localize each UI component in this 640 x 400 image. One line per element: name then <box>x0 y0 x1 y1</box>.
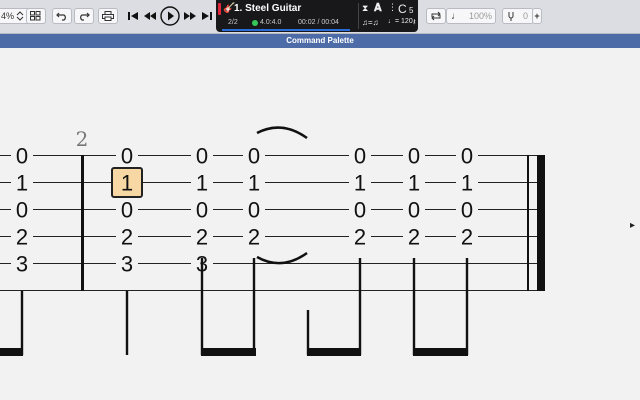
zoom-value: 4% <box>1 11 15 21</box>
main-toolbar: 4% 🎸 1. Steel Guitar 2/2 4.0:4.0 00:02 /… <box>0 0 640 34</box>
tab-staff[interactable]: 2 0102301023010230102010201020102 <box>0 48 640 400</box>
status-dot <box>252 20 258 26</box>
key-letter: C <box>398 2 407 16</box>
redo-button[interactable] <box>74 8 94 24</box>
key-number: 5 <box>409 6 414 15</box>
skip-start-icon <box>128 12 138 20</box>
tempo-percent: 100% <box>469 11 493 21</box>
metronome-icon[interactable]: 𝐀 <box>374 2 382 15</box>
fret-number[interactable]: 1 <box>408 171 420 196</box>
beam <box>307 348 361 356</box>
playback-progress <box>222 29 350 31</box>
fret-number[interactable]: 0 <box>354 144 366 169</box>
more-icon[interactable]: ⋮ <box>388 2 397 13</box>
plus-label: + <box>534 11 540 21</box>
grid-icon <box>30 11 41 21</box>
fret-number[interactable]: 0 <box>121 144 133 169</box>
slur-bottom <box>256 251 308 265</box>
pitch-select[interactable]: 0 <box>502 8 534 24</box>
bar-number: 2 <box>76 127 89 151</box>
slur-top <box>256 126 308 140</box>
fret-number[interactable]: 0 <box>408 198 420 223</box>
last-bar-button[interactable] <box>200 6 214 26</box>
hourglass-icon[interactable]: ⧗ <box>362 3 368 14</box>
panel-title: Command Palette <box>286 36 354 45</box>
fret-number[interactable]: 1 <box>461 171 473 196</box>
note-icon: ♩ <box>451 10 461 22</box>
fret-number[interactable]: 2 <box>121 225 133 250</box>
final-barline-thick <box>537 155 545 291</box>
fast-forward-button[interactable] <box>182 6 198 26</box>
track-lcd: 🎸 1. Steel Guitar 2/2 4.0:4.0 00:02 / 00… <box>216 0 418 32</box>
print-button[interactable] <box>98 8 118 24</box>
beam <box>201 348 256 356</box>
time-signature: 2/2 <box>228 19 238 26</box>
beam <box>0 348 23 356</box>
fret-number[interactable]: 1 <box>196 171 208 196</box>
score-area: 2 0102301023010230102010201020102 ▸ <box>0 48 640 400</box>
fret-number[interactable]: 2 <box>196 225 208 250</box>
fret-number[interactable]: 2 <box>354 225 366 250</box>
final-barline-thin <box>527 155 529 291</box>
fret-number[interactable]: 0 <box>461 144 473 169</box>
fret-number[interactable]: 1 <box>248 171 260 196</box>
time-elapsed: 00:02 / 00:04 <box>298 19 339 26</box>
note-stems <box>20 258 469 355</box>
beam <box>413 348 468 356</box>
fret-number[interactable]: 0 <box>248 198 260 223</box>
fret-number[interactable]: 0 <box>196 198 208 223</box>
first-bar-button[interactable] <box>126 6 140 26</box>
tuning-fork-icon <box>508 12 514 21</box>
rest-icon: 𝄽 <box>413 17 416 27</box>
mouse-pointer-icon: ▸ <box>630 220 636 231</box>
fret-number[interactable]: 0 <box>16 144 28 169</box>
fret-number[interactable]: 1 <box>121 171 133 196</box>
fret-number[interactable]: 0 <box>354 198 366 223</box>
fret-number[interactable]: 3 <box>121 252 133 277</box>
track-name[interactable]: 1. Steel Guitar <box>234 3 301 14</box>
tempo-select[interactable]: ♩ 100% <box>446 8 496 24</box>
chevron-updown-icon <box>16 11 24 21</box>
track-color-indicator <box>218 3 221 15</box>
fret-number[interactable]: 1 <box>354 171 366 196</box>
fret-number[interactable]: 1 <box>16 171 28 196</box>
fret-number[interactable]: 0 <box>196 144 208 169</box>
loop-button[interactable] <box>426 8 446 24</box>
fret-number[interactable]: 2 <box>248 225 260 250</box>
tempo-bpm: ♩= 120 <box>388 18 413 25</box>
fret-number[interactable]: 0 <box>248 144 260 169</box>
fret-number[interactable]: 0 <box>16 198 28 223</box>
fret-number[interactable]: 3 <box>16 252 28 277</box>
fret-number[interactable]: 2 <box>408 225 420 250</box>
play-circle-icon <box>160 6 180 26</box>
fret-number[interactable]: 0 <box>121 198 133 223</box>
rewind-icon <box>144 12 156 20</box>
play-button[interactable] <box>160 6 180 26</box>
bar-position: 4.0:4.0 <box>260 19 282 26</box>
fast-forward-icon <box>184 12 196 20</box>
fret-number[interactable]: 2 <box>461 225 473 250</box>
command-palette-titlebar: Command Palette <box>0 34 640 48</box>
barline <box>81 155 84 291</box>
redo-icon <box>80 12 90 21</box>
fret-number[interactable]: 0 <box>408 144 420 169</box>
beams <box>0 348 468 356</box>
fret-number[interactable]: 2 <box>16 225 28 250</box>
tempo-equation: ♫=♫ <box>362 18 379 27</box>
lcd-divider <box>358 3 359 29</box>
undo-icon <box>56 12 66 21</box>
undo-button[interactable] <box>52 8 72 24</box>
pitch-plus-button[interactable]: + <box>532 8 542 24</box>
skip-end-icon <box>202 12 212 20</box>
loop-icon <box>431 11 441 21</box>
fret-number[interactable]: 0 <box>461 198 473 223</box>
print-icon <box>102 11 114 21</box>
rewind-button[interactable] <box>142 6 158 26</box>
layout-button[interactable] <box>26 8 46 24</box>
pitch-value: 0 <box>523 11 529 21</box>
